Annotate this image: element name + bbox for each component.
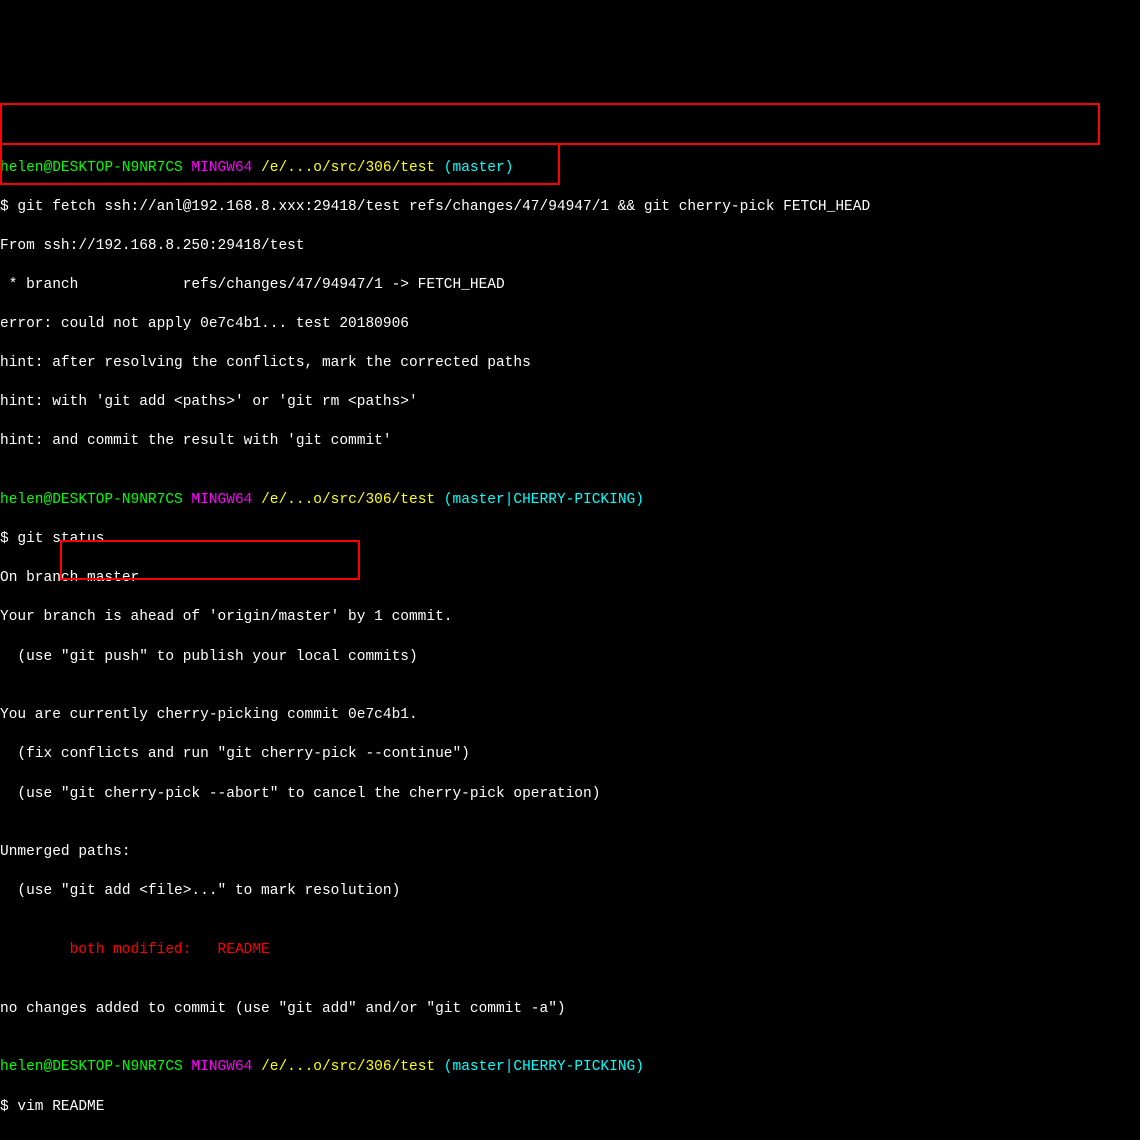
status-line: You are currently cherry-picking commit …: [0, 706, 1140, 726]
hint-line: hint: after resolving the conflicts, mar…: [0, 354, 1140, 374]
hint-line: hint: with 'git add <paths>' or 'git rm …: [0, 393, 1140, 413]
branch: (master|CHERRY-PICKING): [435, 1059, 644, 1075]
shell-name: MINGW64: [183, 492, 261, 508]
highlight-box-1: [0, 103, 1100, 145]
path: /e/...o/src/306/test: [261, 492, 435, 508]
status-line: no changes added to commit (use "git add…: [0, 1000, 1140, 1020]
user-host: helen@DESKTOP-N9NR7CS: [0, 1059, 183, 1075]
shell-name: MINGW64: [183, 1059, 261, 1075]
prompt-line-1: helen@DESKTOP-N9NR7CS MINGW64 /e/...o/sr…: [0, 159, 1140, 179]
prompt-line-2: helen@DESKTOP-N9NR7CS MINGW64 /e/...o/sr…: [0, 491, 1140, 511]
command-line: $ git fetch ssh://anl@192.168.8.xxx:2941…: [0, 198, 1140, 218]
status-line: (use "git add <file>..." to mark resolut…: [0, 882, 1140, 902]
terminal-window[interactable]: helen@DESKTOP-N9NR7CS MINGW64 /e/...o/sr…: [0, 80, 1140, 1136]
branch: (master): [435, 160, 513, 176]
user-host: helen@DESKTOP-N9NR7CS: [0, 160, 183, 176]
path: /e/...o/src/306/test: [261, 1059, 435, 1075]
status-line: (use "git cherry-pick --abort" to cancel…: [0, 785, 1140, 805]
unmerged-file-line: both modified: README: [0, 941, 1140, 961]
hint-line: hint: and commit the result with 'git co…: [0, 432, 1140, 452]
user-host: helen@DESKTOP-N9NR7CS: [0, 492, 183, 508]
output-line: * branch refs/changes/47/94947/1 -> FETC…: [0, 276, 1140, 296]
status-line: (fix conflicts and run "git cherry-pick …: [0, 745, 1140, 765]
command-line: $ git status: [0, 530, 1140, 550]
status-line: Your branch is ahead of 'origin/master' …: [0, 608, 1140, 628]
prompt-line-3: helen@DESKTOP-N9NR7CS MINGW64 /e/...o/sr…: [0, 1058, 1140, 1078]
command-line: $ vim README: [0, 1098, 1140, 1118]
branch: (master|CHERRY-PICKING): [435, 492, 644, 508]
status-line: Unmerged paths:: [0, 843, 1140, 863]
output-line: From ssh://192.168.8.250:29418/test: [0, 237, 1140, 257]
error-line: error: could not apply 0e7c4b1... test 2…: [0, 315, 1140, 335]
status-line: (use "git push" to publish your local co…: [0, 648, 1140, 668]
status-line: On branch master: [0, 569, 1140, 589]
shell-name: MINGW64: [183, 160, 261, 176]
path: /e/...o/src/306/test: [261, 160, 435, 176]
